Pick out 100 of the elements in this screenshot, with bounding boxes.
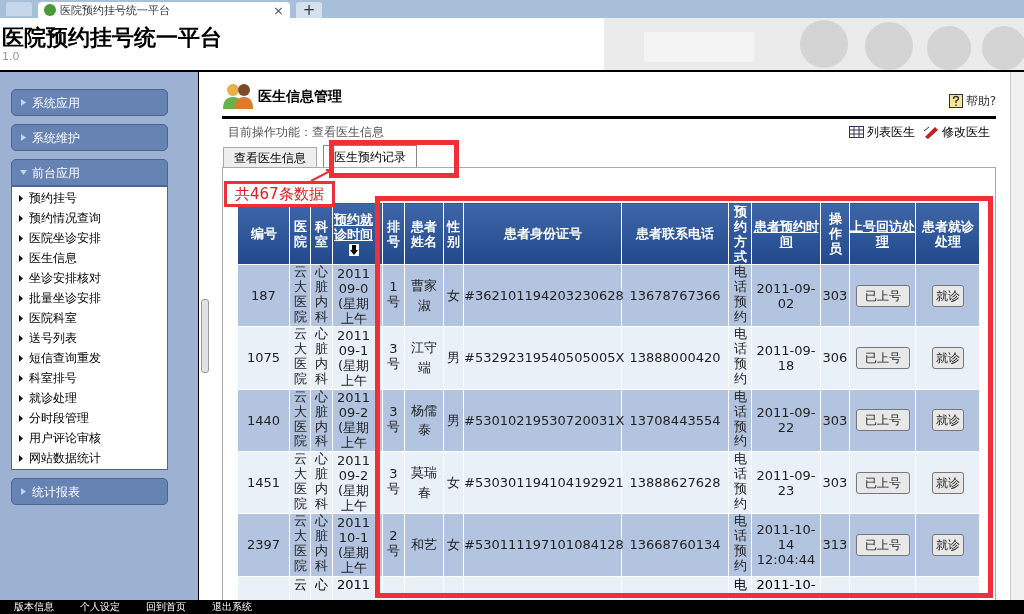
sidebar-item[interactable]: 医院科室 [12, 308, 167, 328]
bullet-icon [19, 394, 23, 402]
id-number-cell: #530301194104192921 [464, 474, 624, 490]
close-button[interactable]: × [273, 3, 284, 17]
booking-method-cell: 电话预约 [733, 265, 747, 325]
sidebar-item[interactable]: 短信查询重发 [12, 348, 167, 368]
sidebar-item[interactable]: 用户评论审核 [12, 428, 167, 448]
record-count: 共467条数据 [224, 181, 335, 207]
taskbar-item[interactable]: 版本信息 [14, 602, 54, 612]
sidebar-section-header[interactable]: 统计报表 [11, 478, 168, 505]
taskbar-item[interactable]: 个人设定 [80, 602, 120, 612]
app-title: 医院预约挂号统一平台 [2, 24, 222, 50]
bullet-icon [19, 234, 23, 242]
department-cell: 心脏内科 [315, 514, 328, 574]
tab[interactable]: 医生预约记录 [323, 145, 417, 167]
bullet-icon [19, 374, 23, 382]
section-label: 系统应用 [32, 94, 80, 112]
sort-down-icon [348, 243, 359, 256]
column-header: 患者身份证号 [463, 202, 622, 265]
hospital-cell: 云大医院 [293, 514, 307, 574]
column-header[interactable]: 上号回访处理 [849, 202, 916, 265]
sidebar-item[interactable]: 医生信息 [12, 248, 167, 268]
chevron-icon [20, 99, 27, 106]
bullet-icon [19, 414, 23, 422]
sex-cell: 男 [447, 350, 460, 366]
called-button[interactable]: 已上号 [855, 533, 910, 556]
new-tab-button[interactable]: + [296, 2, 322, 18]
hospital-cell: 云大医院 [293, 389, 307, 450]
called-button[interactable]: 已上号 [855, 471, 910, 494]
sidebar-item[interactable]: 医院坐诊安排 [12, 228, 167, 248]
sidebar-item[interactable]: 批量坐诊安排 [12, 288, 167, 308]
sidebar-section-header[interactable]: 前台应用 [11, 159, 168, 186]
id-number-cell: #362101194203230628 [464, 287, 624, 303]
appointment-date-cell-text: 2011 09-2 (星期 上午 [335, 390, 372, 451]
patient-name-cell: 莫瑞春 [411, 465, 437, 500]
bullet-icon [19, 354, 23, 362]
back-icon[interactable] [6, 2, 32, 16]
bullet-icon [19, 454, 23, 462]
sidebar-item[interactable]: 科室排号 [12, 368, 167, 388]
phone-cell: 13888000420 [629, 350, 721, 366]
tab[interactable]: 查看医生信息 [223, 147, 317, 167]
sex-cell: 女 [447, 287, 460, 303]
ie-icon [44, 4, 56, 16]
booking-method-cell: 电 [733, 576, 747, 592]
sidebar-item[interactable]: 坐诊安排核对 [12, 268, 167, 288]
booking-time-cell: 2011-09-02 [756, 280, 816, 311]
scrollbar[interactable] [1010, 72, 1024, 600]
sex-cell: 女 [447, 474, 460, 490]
operator-cell: 303 [822, 412, 848, 428]
queue-number-cell: 3号 [387, 342, 400, 373]
column-header: 患者联系电话 [621, 202, 729, 265]
sidebar-item[interactable]: 分时段管理 [12, 408, 167, 428]
action-link[interactable]: 修改医生 [923, 123, 990, 141]
visit-button[interactable]: 就诊 [931, 346, 964, 369]
id-cell: 1075 [246, 350, 281, 366]
booking-time-cell: 2011-09-22 [756, 405, 816, 436]
bullet-icon [19, 194, 23, 202]
visit-button[interactable]: 就诊 [931, 471, 964, 494]
sidebar-section-header[interactable]: 系统维护 [11, 124, 168, 151]
appointment-date-cell-text: 2011 10-1 (星期 上午 [335, 514, 372, 575]
called-button[interactable]: 已上号 [855, 284, 910, 307]
visit-button[interactable]: 就诊 [931, 284, 964, 307]
visit-button[interactable]: 就诊 [931, 409, 964, 432]
booking-time-cell: 2011-09-18 [756, 342, 816, 373]
section-label: 统计报表 [32, 483, 80, 501]
called-button[interactable]: 已上号 [855, 409, 910, 432]
browser-tab[interactable]: 医院预约挂号统一平台 × [38, 2, 290, 18]
id-number-cell: #53010219530720031X [464, 412, 625, 428]
hospital-cell: 云大医院 [293, 451, 307, 512]
sex-cell: 女 [447, 537, 460, 553]
taskbar-item[interactable]: 回到首页 [146, 602, 186, 612]
patient-name-cell: 和艺 [411, 537, 437, 553]
help-icon [948, 94, 963, 108]
sidebar-item[interactable]: 就诊处理 [12, 388, 167, 408]
sidebar-item[interactable]: 送号列表 [12, 328, 167, 348]
bullet-icon [19, 274, 23, 282]
column-header: 患者就诊处理 [915, 202, 980, 265]
taskbar-item[interactable]: 退出系统 [212, 602, 252, 612]
sidebar-section-header[interactable]: 系统应用 [11, 89, 168, 116]
chevron-icon [20, 488, 27, 495]
booking-time-cell: 2011-10-14 12:04:44 [756, 522, 816, 568]
booking-method-cell: 电话预约 [733, 451, 747, 512]
sidebar-item[interactable]: 网站数据统计 [12, 448, 167, 468]
patient-name-cell: 曹家淑 [411, 278, 437, 313]
id-cell: 2397 [246, 537, 281, 553]
help-link[interactable]: 帮助? [948, 92, 996, 110]
called-button[interactable]: 已上号 [855, 346, 910, 369]
column-header[interactable]: 患者预约时间 [751, 202, 821, 265]
action-link[interactable]: 列表医生 [849, 123, 915, 141]
tab-title: 医院预约挂号统一平台 [60, 4, 171, 16]
queue-number-cell: 3号 [387, 466, 400, 497]
column-header: 性别 [443, 202, 464, 265]
splitter-handle[interactable] [200, 299, 209, 373]
appointment-date-cell-text: 2011 09-1 (星期 上午 [335, 327, 372, 388]
sidebar-item[interactable]: 预约挂号 [12, 188, 167, 208]
visit-button[interactable]: 就诊 [931, 533, 964, 556]
booking-time-cell: 2011-10- [756, 576, 816, 592]
department-cell: 心脏内科 [315, 327, 328, 388]
users-icon [222, 82, 254, 110]
sidebar-item[interactable]: 预约情况查询 [12, 208, 167, 228]
